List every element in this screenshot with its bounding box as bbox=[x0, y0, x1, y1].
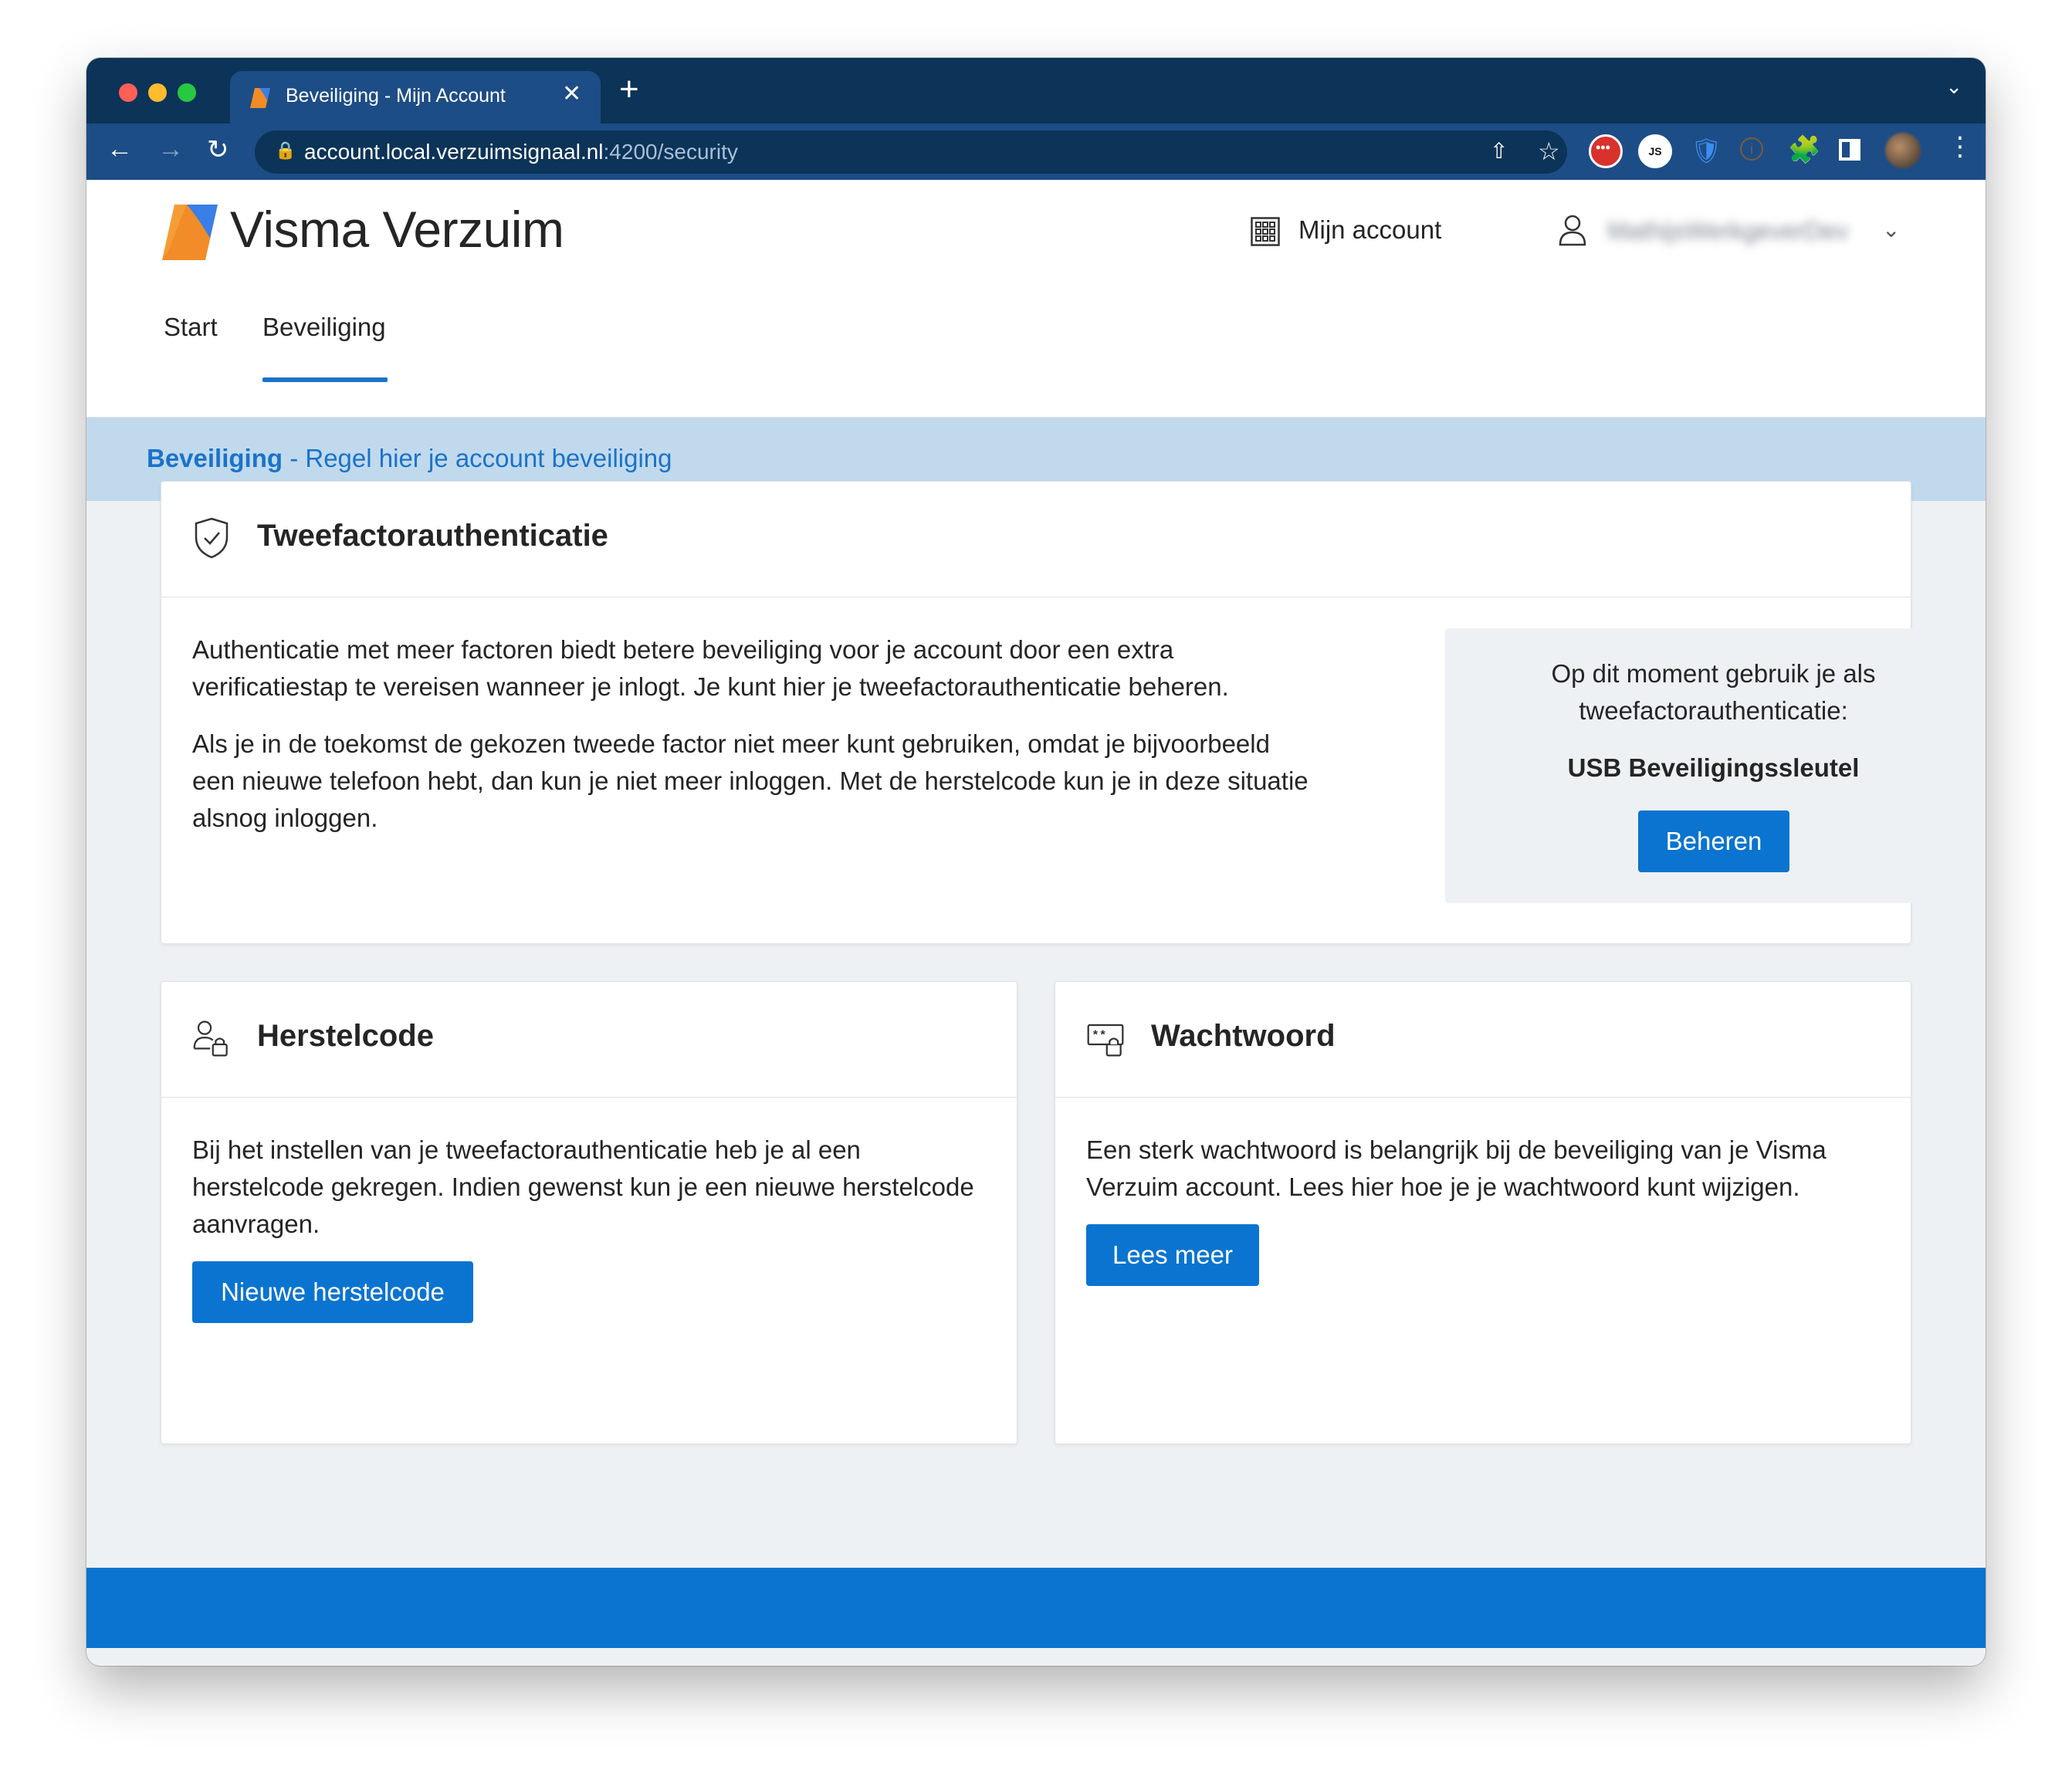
extension-js-icon[interactable]: JS bbox=[1638, 134, 1672, 168]
user-icon bbox=[1559, 215, 1586, 246]
extension-shield-icon[interactable]: 🛡 bbox=[1691, 136, 1722, 165]
brand-name-bold: Verzuim bbox=[382, 201, 564, 258]
user-name: MathijsWerkgeverDev bbox=[1607, 217, 1849, 245]
twofa-card: Tweefactorauthenticatie Authenticatie me… bbox=[161, 481, 1982, 944]
breadcrumb: Beveiliging - Regel hier je account beve… bbox=[147, 444, 672, 473]
brand-name[interactable]: Visma Verzuim bbox=[230, 200, 564, 259]
active-tab-indicator bbox=[262, 377, 388, 382]
lock-icon[interactable]: 🔒 bbox=[275, 140, 296, 161]
extension-info-icon[interactable]: i bbox=[1740, 137, 1763, 161]
svg-text:**: ** bbox=[1092, 1029, 1106, 1043]
herstelcode-title: Herstelcode bbox=[257, 1019, 434, 1053]
status-line-1: Op dit moment gebruik je als bbox=[1551, 659, 1876, 688]
status-value: USB Beveiligingssleutel bbox=[1567, 753, 1860, 782]
new-tab-button[interactable]: + bbox=[619, 70, 639, 109]
app-header: Visma Verzuim Mijn account MathijsWerkge… bbox=[86, 180, 1986, 418]
tab-search-chevron-icon[interactable]: ⌄ bbox=[1945, 75, 1962, 99]
banner-separator: - bbox=[283, 444, 306, 472]
browser-tabbar: Beveiliging - Mijn Account ✕ + ⌄ bbox=[86, 58, 1986, 124]
app-grid-icon bbox=[1251, 217, 1280, 246]
status-line-2: tweefactorauthenticatie: bbox=[1579, 696, 1848, 725]
nieuwe-herstelcode-button[interactable]: Nieuwe herstelcode bbox=[192, 1261, 473, 1323]
visma-logo-icon[interactable] bbox=[161, 203, 219, 262]
wachtwoord-text: Een sterk wachtwoord is belangrijk bij d… bbox=[1086, 1135, 1827, 1201]
browser-tab-active[interactable]: Beveiliging - Mijn Account ✕ bbox=[230, 71, 601, 124]
extensions-puzzle-icon[interactable]: 🧩 bbox=[1788, 134, 1820, 165]
share-icon[interactable]: ⇧ bbox=[1490, 138, 1508, 164]
minimize-window-button[interactable] bbox=[148, 83, 167, 102]
browser-window: Beveiliging - Mijn Account ✕ + ⌄ ← → ↻ 🔒… bbox=[86, 58, 1986, 1666]
tab-start[interactable]: Start bbox=[164, 313, 218, 402]
herstelcode-text: Bij het instellen van je tweefactorauthe… bbox=[192, 1135, 974, 1238]
forward-arrow-icon[interactable]: → bbox=[157, 134, 184, 164]
beheren-button[interactable]: Beheren bbox=[1638, 810, 1789, 872]
wachtwoord-title: Wachtwoord bbox=[1151, 1019, 1336, 1053]
herstelcode-card-header: Herstelcode bbox=[161, 982, 1017, 1098]
chevron-down-icon[interactable]: ⌄ bbox=[1882, 217, 1900, 242]
browser-menu-icon[interactable]: ⋮ bbox=[1947, 131, 1973, 162]
twofa-title: Tweefactorauthenticatie bbox=[257, 519, 608, 553]
password-lock-icon: ** bbox=[1087, 1024, 1124, 1057]
profile-avatar[interactable] bbox=[1885, 133, 1921, 168]
twofa-card-header: Tweefactorauthenticatie bbox=[161, 482, 1911, 597]
wachtwoord-card-header: ** Wachtwoord bbox=[1055, 982, 1911, 1098]
tab-beveiliging[interactable]: Beveiliging bbox=[262, 313, 386, 402]
banner-subtitle: Regel hier je account beveiliging bbox=[305, 444, 672, 472]
maximize-window-button[interactable] bbox=[178, 83, 196, 102]
herstelcode-card: Herstelcode Bij het instellen van je twe… bbox=[161, 981, 1017, 1444]
page-footer bbox=[86, 1568, 1986, 1648]
url-text[interactable]: account.local.verzuimsignaal.nl:4200/sec… bbox=[304, 140, 738, 164]
twofa-paragraph-1: Authenticatie met meer factoren biedt be… bbox=[192, 635, 1229, 701]
address-bar[interactable]: 🔒 account.local.verzuimsignaal.nl:4200/s… bbox=[255, 130, 1567, 174]
twofa-paragraph-2: Als je in de toekomst de gekozen tweede … bbox=[192, 729, 1309, 832]
bookmark-star-icon[interactable]: ☆ bbox=[1538, 137, 1560, 166]
brand-name-light: Visma bbox=[230, 201, 369, 258]
tab-close-icon[interactable]: ✕ bbox=[562, 80, 581, 107]
user-lock-icon bbox=[193, 1020, 228, 1057]
shield-check-icon bbox=[195, 517, 229, 559]
banner-title: Beveiliging bbox=[147, 444, 283, 472]
url-host: account.local.verzuimsignaal.nl bbox=[304, 140, 604, 164]
visma-favicon-icon bbox=[250, 88, 270, 108]
reload-icon[interactable]: ↻ bbox=[207, 134, 229, 165]
close-window-button[interactable] bbox=[119, 83, 137, 102]
my-account-label: Mijn account bbox=[1298, 215, 1442, 244]
extension-red-icon[interactable] bbox=[1589, 134, 1623, 168]
wachtwoord-card: ** Wachtwoord Een sterk wachtwoord is be… bbox=[1055, 981, 1911, 1444]
twofa-status-box: Op dit moment gebruik je als tweefactora… bbox=[1445, 628, 1982, 903]
url-path: :4200/security bbox=[603, 140, 738, 164]
back-arrow-icon[interactable]: ← bbox=[107, 134, 133, 164]
browser-toolbar: ← → ↻ 🔒 account.local.verzuimsignaal.nl:… bbox=[86, 124, 1986, 180]
lees-meer-button[interactable]: Lees meer bbox=[1086, 1224, 1259, 1286]
browser-tab-title: Beveiliging - Mijn Account bbox=[286, 85, 506, 107]
side-panel-icon[interactable] bbox=[1839, 139, 1860, 161]
